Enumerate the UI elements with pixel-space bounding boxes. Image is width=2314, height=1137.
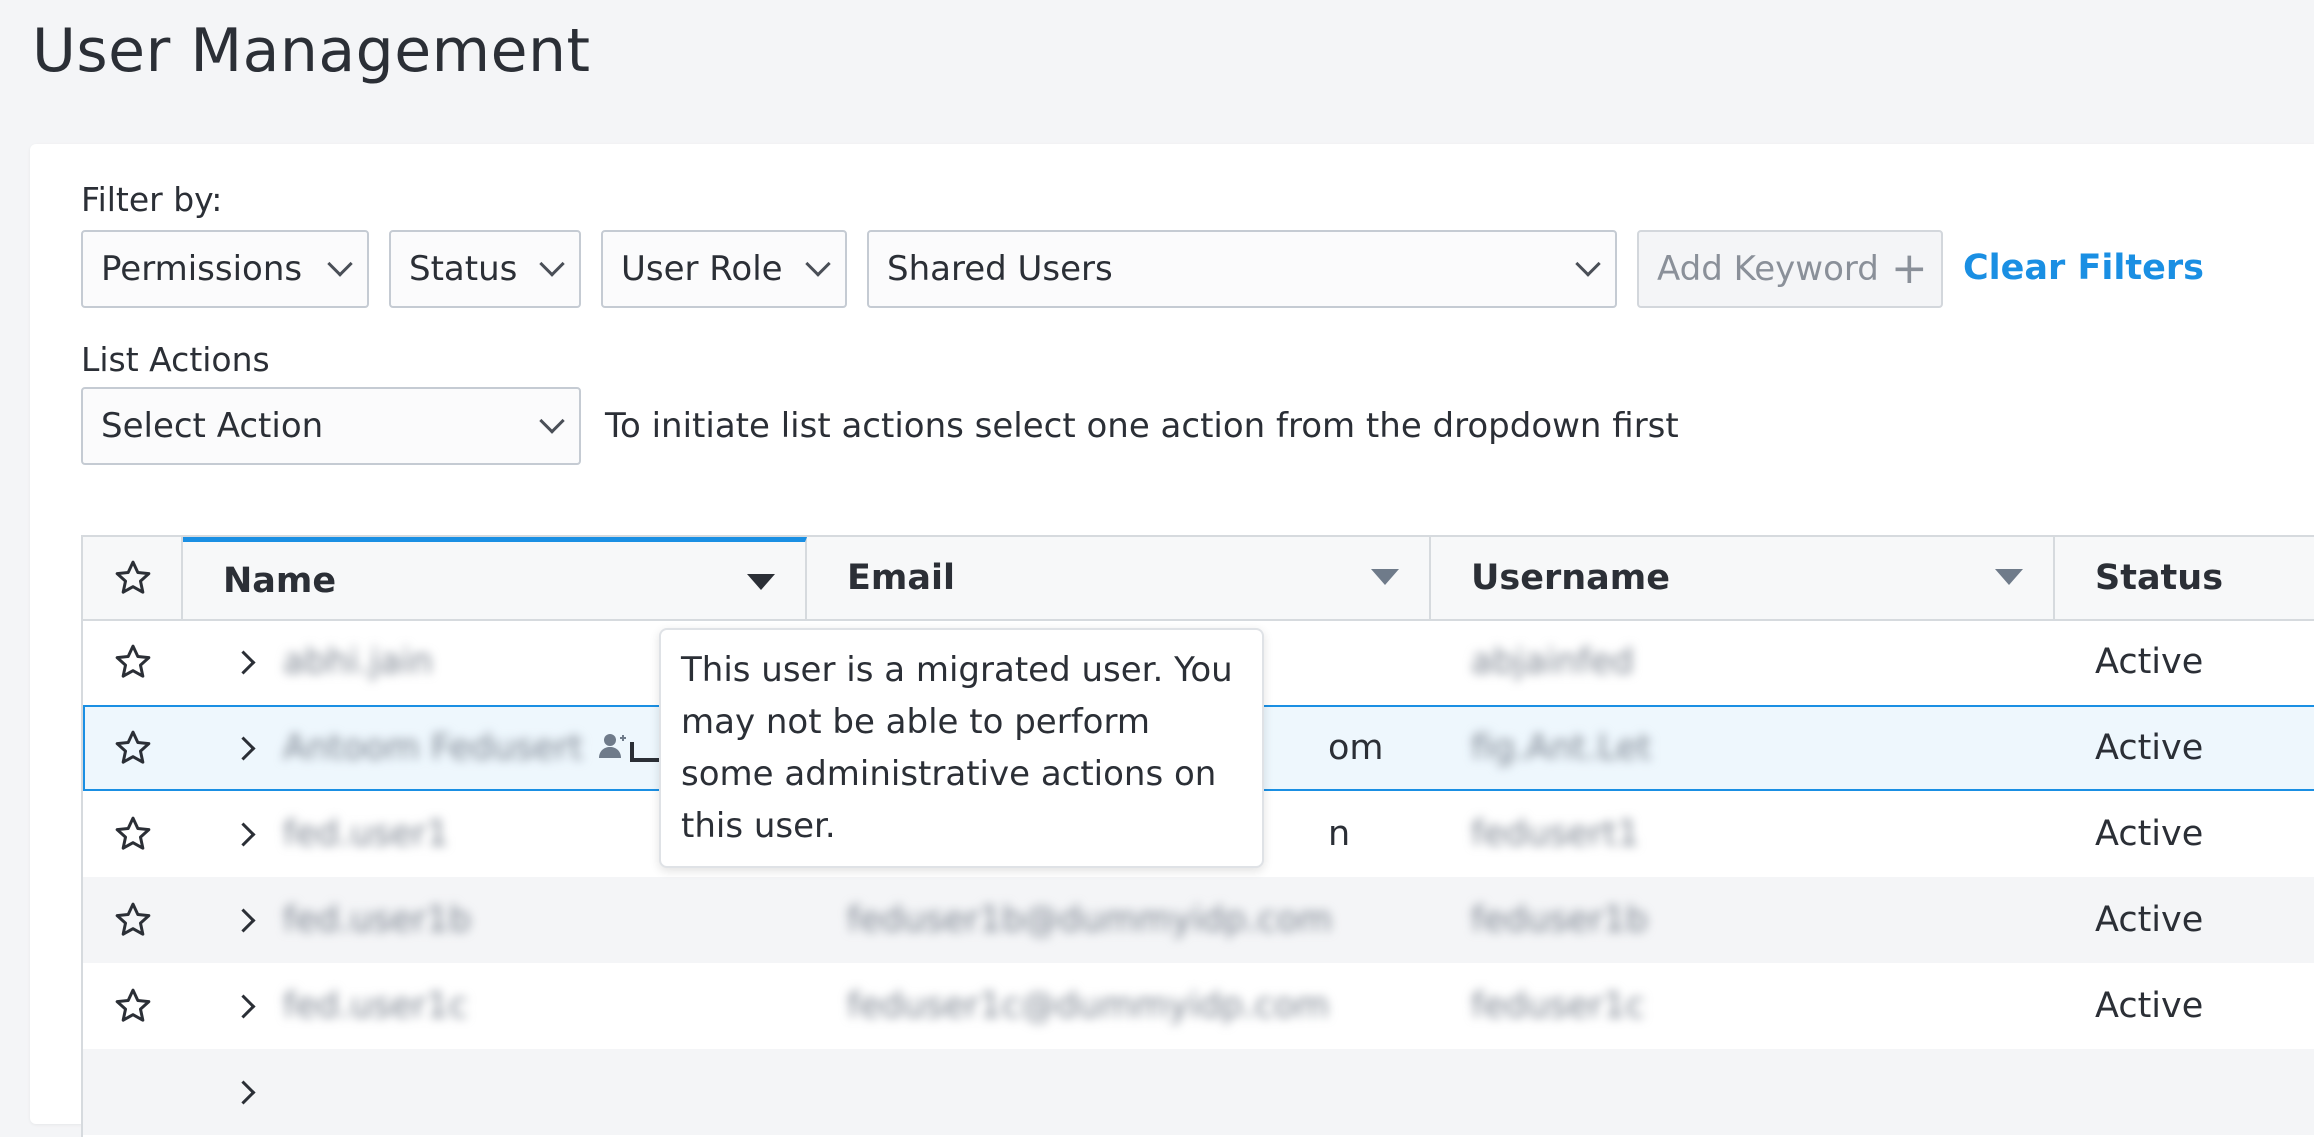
star-outline-icon[interactable] <box>113 791 153 877</box>
user-status: Active <box>2095 900 2204 940</box>
star-outline-icon[interactable] <box>113 705 153 791</box>
migrated-user-tooltip: This user is a migrated user. You may no… <box>659 628 1264 868</box>
sort-descending-icon[interactable] <box>747 574 775 590</box>
star-outline-icon[interactable] <box>113 619 153 705</box>
user-email: om <box>1328 728 1384 768</box>
user-name[interactable]: Antoom Fedusert <box>283 705 583 791</box>
header-name-label: Name <box>223 560 337 601</box>
header-name[interactable]: Name <box>183 537 807 619</box>
header-username-label: Username <box>1471 558 1670 598</box>
list-actions-label: List Actions <box>81 340 270 379</box>
star-outline-icon[interactable] <box>113 963 153 1049</box>
user-status: Active <box>2095 728 2204 768</box>
table-row[interactable]: fed.user1c feduser1c@dummyidp.com feduse… <box>83 963 2314 1049</box>
sort-descending-icon[interactable] <box>1371 569 1399 585</box>
user-username: fig.Ant.Let <box>1471 728 1652 768</box>
user-email: feduser1c@dummyidp.com <box>847 986 1330 1026</box>
table-header: Name Email Username Status <box>83 537 2314 621</box>
sort-descending-icon[interactable] <box>1995 569 2023 585</box>
header-status[interactable]: Status <box>2055 537 2314 619</box>
user-username: abjainfed <box>1471 642 1634 682</box>
status-dropdown[interactable]: Status <box>389 230 581 308</box>
header-email[interactable]: Email <box>807 537 1431 619</box>
chevron-down-icon <box>1575 251 1601 277</box>
user-name[interactable]: abhi.jain <box>283 619 433 705</box>
user-name[interactable]: fed.user1b <box>283 877 471 963</box>
header-status-label: Status <box>2095 558 2224 598</box>
header-username[interactable]: Username <box>1431 537 2055 619</box>
user-role-dropdown[interactable]: User Role <box>601 230 847 308</box>
clear-filters-link[interactable]: Clear Filters <box>1963 248 2204 288</box>
table-row[interactable]: fed.user1b feduser1b@dummyidp.com feduse… <box>83 877 2314 963</box>
user-status: Active <box>2095 814 2204 854</box>
shared-users-dropdown-label: Shared Users <box>887 249 1113 289</box>
chevron-right-icon[interactable] <box>231 791 256 877</box>
user-username: fedusert1 <box>1471 814 1640 854</box>
add-keyword-button[interactable]: Add Keyword + <box>1637 230 1943 308</box>
page-title: User Management <box>32 16 591 86</box>
chevron-down-icon <box>327 251 353 277</box>
header-email-label: Email <box>847 558 955 598</box>
chevron-right-icon[interactable] <box>231 619 256 705</box>
select-action-dropdown[interactable]: Select Action <box>81 387 581 465</box>
chevron-right-icon[interactable] <box>231 877 256 963</box>
user-email: n <box>1328 814 1351 854</box>
user-status: Active <box>2095 642 2204 682</box>
select-action-label: Select Action <box>101 406 324 446</box>
user-name[interactable]: fed.user1 <box>283 791 449 877</box>
permissions-dropdown-label: Permissions <box>101 249 303 289</box>
permissions-dropdown[interactable]: Permissions <box>81 230 369 308</box>
chevron-down-icon <box>539 408 565 434</box>
user-username: feduser1c <box>1471 986 1645 1026</box>
filter-label: Filter by: <box>81 180 223 219</box>
user-email: feduser1b@dummyidp.com <box>847 900 1333 940</box>
list-actions-hint: To initiate list actions select one acti… <box>605 406 1679 446</box>
plus-icon: + <box>1890 243 1928 294</box>
status-dropdown-label: Status <box>409 249 518 289</box>
migrated-user-icon[interactable] <box>595 705 665 791</box>
chevron-right-icon[interactable] <box>231 1049 256 1135</box>
header-favorite[interactable] <box>83 537 183 619</box>
user-status: Active <box>2095 986 2204 1026</box>
add-keyword-label: Add Keyword <box>1657 249 1879 289</box>
chevron-right-icon[interactable] <box>231 963 256 1049</box>
user-username: feduser1b <box>1471 900 1648 940</box>
star-outline-icon <box>113 558 153 598</box>
user-role-dropdown-label: User Role <box>621 249 783 289</box>
table-row[interactable] <box>83 1049 2314 1135</box>
star-outline-icon[interactable] <box>113 877 153 963</box>
chevron-right-icon[interactable] <box>231 705 256 791</box>
chevron-down-icon <box>539 251 565 277</box>
shared-users-dropdown[interactable]: Shared Users <box>867 230 1617 308</box>
chevron-down-icon <box>805 251 831 277</box>
user-name[interactable]: fed.user1c <box>283 963 468 1049</box>
